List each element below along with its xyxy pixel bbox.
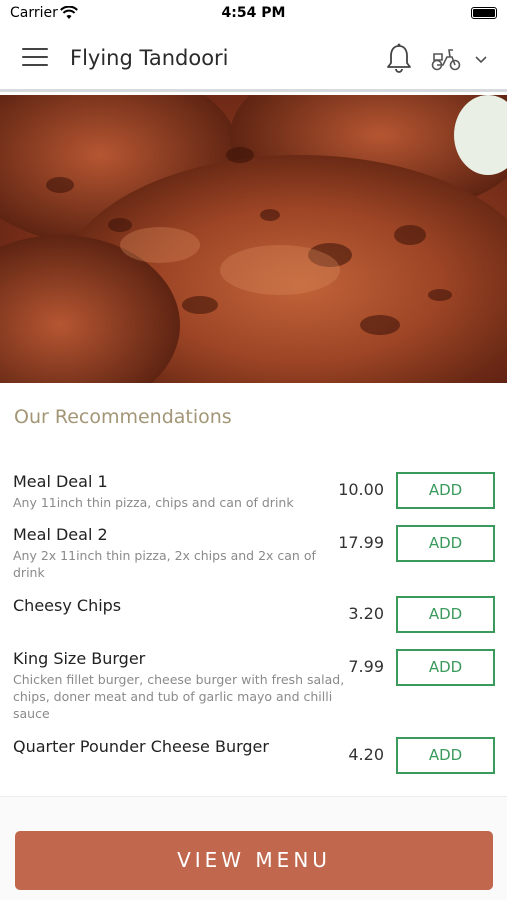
status-bar: Carrier 4:54 PM [0,0,507,28]
scooter-icon [431,49,461,71]
status-time: 4:54 PM [221,5,286,21]
item-description: Any 2x 11inch thin pizza, 2x chips and 2… [13,548,316,580]
item-price: 10.00 [338,480,384,499]
item-name: King Size Burger [13,649,146,668]
recommendations-heading: Our Recommendations [14,406,232,428]
item-price: 7.99 [348,657,384,676]
restaurant-title: Flying Tandoori [70,46,229,70]
item-price: 17.99 [338,533,384,552]
add-button[interactable]: ADD [396,737,495,774]
add-button[interactable]: ADD [396,649,495,686]
delivery-mode-selector[interactable] [430,46,490,74]
bell-icon[interactable] [384,42,414,76]
hamburger-menu-icon[interactable] [22,48,48,70]
item-name: Meal Deal 1 [13,472,108,491]
add-button[interactable]: ADD [396,596,495,633]
add-button[interactable]: ADD [396,472,495,509]
view-menu-button[interactable]: VIEW MENU [15,831,493,890]
item-name: Quarter Pounder Cheese Burger [13,737,269,756]
app-header: Flying Tandoori [0,28,507,92]
item-price: 3.20 [348,604,384,623]
battery-icon [471,7,497,19]
item-description: Chicken fillet burger, cheese burger wit… [13,672,345,721]
item-name: Meal Deal 2 [13,525,108,544]
hero-food-image [0,95,507,383]
chevron-down-icon [475,56,487,64]
item-price: 4.20 [348,745,384,764]
item-name: Cheesy Chips [13,596,122,615]
add-button[interactable]: ADD [396,525,495,562]
item-description: Any 11inch thin pizza, chips and can of … [13,495,294,510]
